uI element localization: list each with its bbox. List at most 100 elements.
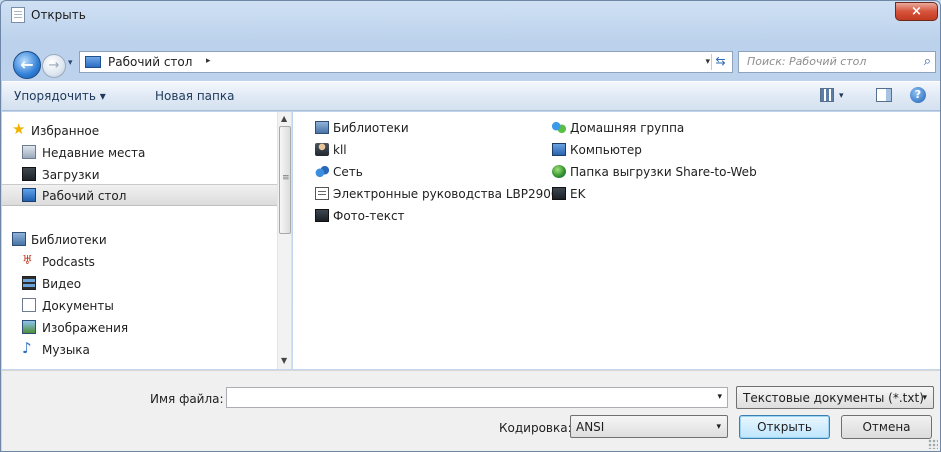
file-item-label: Папка выгрузки Share-to-Web [570,165,757,179]
resize-grip-icon[interactable] [928,439,938,449]
change-view-icon[interactable] [820,88,834,102]
address-dropdown-icon[interactable]: ▾ [705,57,710,67]
podcasts-icon: ♅ [22,253,33,267]
file-item-label: EK [570,187,586,201]
refresh-button[interactable]: ⇆ [711,54,729,70]
list-item[interactable]: Фото-текст [315,206,535,226]
network-icon [315,165,329,178]
nav-item-label: Изображения [42,321,129,335]
command-bar: Упорядочить ▾ Новая папка ▾ ? [2,81,940,111]
pictures-icon [22,320,36,334]
file-list: Библиотеки kll Сеть Электронные руководс… [293,112,940,369]
nav-item-label: Загрузки [42,168,100,182]
search-icon[interactable]: ⌕ [924,54,931,69]
scroll-down-icon[interactable]: ▼ [281,356,287,365]
filename-label: Имя файла: [150,392,224,406]
libraries-icon [315,121,329,134]
list-item[interactable]: EK [552,184,772,204]
nav-item-label: Музыка [42,343,90,357]
notepad-icon [11,7,25,23]
back-button[interactable]: ← [13,51,41,79]
nav-item-podcasts[interactable]: ♅ Podcasts [2,251,277,273]
list-item[interactable]: Библиотеки [315,118,535,138]
open-dialog: Открыть × ← → ▾ Рабочий стол ▸ ▾ ⇆ Поиск… [0,0,941,452]
recent-places-icon [22,145,36,159]
preview-pane-icon[interactable] [876,88,892,102]
document-shortcut-icon [315,187,329,200]
chevron-down-icon: ▾ [922,393,927,403]
close-button[interactable]: × [895,2,938,21]
dark-folder-icon [552,187,566,200]
dialog-footer: Имя файла: ▾ Текстовые документы (*.txt)… [2,370,940,451]
nav-libraries-label: Библиотеки [31,233,107,247]
nav-item-label: Рабочий стол [42,189,127,203]
star-icon: ★ [12,120,26,138]
file-item-label: Библиотеки [333,121,409,135]
nav-item-downloads[interactable]: Загрузки [2,164,277,186]
encoding-select[interactable]: ANSI ▾ [570,415,728,438]
chevron-down-icon: ▾ [716,422,721,432]
breadcrumb-chevron-icon[interactable]: ▸ [206,56,211,66]
file-item-label: kll [333,143,347,157]
desktop-icon [85,56,101,68]
list-item[interactable]: kll [315,140,535,160]
history-dropdown-icon[interactable]: ▾ [68,58,73,68]
nav-item-label: Документы [42,299,114,313]
nav-item-desktop[interactable]: Рабочий стол [2,184,277,206]
view-dropdown-icon[interactable]: ▾ [839,91,844,101]
nav-item-pictures[interactable]: Изображения [2,317,277,339]
search-placeholder: Поиск: Рабочий стол [747,55,867,68]
nav-libraries[interactable]: Библиотеки [2,229,277,251]
navigation-pane: ★ Избранное Недавние места Загрузки Рабо… [2,112,292,369]
list-item[interactable]: Сеть [315,162,535,182]
cancel-button[interactable]: Отмена [841,415,932,439]
encoding-value: ANSI [576,420,605,434]
file-item-label: Фото-текст [333,209,405,223]
scroll-up-icon[interactable]: ▲ [281,114,287,123]
file-item-label: Домашняя группа [570,121,685,135]
filename-dropdown-icon[interactable]: ▾ [717,392,722,402]
file-item-label: Электронные руководства LBP2900 [333,187,559,201]
video-icon [22,276,36,290]
nav-item-label: Podcasts [42,255,95,269]
nav-item-documents[interactable]: Документы [2,295,277,317]
search-input[interactable]: Поиск: Рабочий стол ⌕ [738,51,936,73]
scrollbar-thumb[interactable] [279,126,291,234]
file-item-label: Сеть [333,165,363,179]
organize-button[interactable]: Упорядочить ▾ [14,89,106,103]
list-item[interactable]: Папка выгрузки Share-to-Web [552,162,772,182]
nav-item-label: Недавние места [42,146,146,160]
libraries-icon [12,232,26,246]
title-bar: Открыть × [1,1,940,31]
nav-scrollbar[interactable]: ▲ ▼ [277,112,291,369]
filetype-value: Текстовые документы (*.txt) [743,391,924,405]
new-folder-button[interactable]: Новая папка [155,89,234,103]
file-item-label: Компьютер [570,143,642,157]
forward-button[interactable]: → [42,54,66,78]
encoding-label: Кодировка: [499,421,572,435]
user-folder-icon [315,143,329,156]
help-icon[interactable]: ? [910,87,926,103]
homegroup-icon [552,121,566,134]
dark-folder-icon [315,209,329,222]
list-item[interactable]: Электронные руководства LBP2900 [315,184,559,204]
list-item[interactable]: Компьютер [552,140,772,160]
open-button[interactable]: Открыть [739,415,830,439]
nav-item-recent-places[interactable]: Недавние места [2,142,277,164]
nav-item-video[interactable]: Видео [2,273,277,295]
nav-item-label: Видео [42,277,82,291]
address-bar[interactable]: Рабочий стол ▸ ▾ ⇆ [79,51,733,73]
nav-favorites[interactable]: ★ Избранное [2,120,277,142]
globe-folder-icon [552,165,566,178]
documents-icon [22,298,36,312]
downloads-icon [22,167,36,181]
filetype-select[interactable]: Текстовые документы (*.txt) ▾ [736,386,934,409]
nav-item-music[interactable]: ♪ Музыка [2,339,277,361]
computer-icon [552,143,566,156]
desktop-icon [22,188,36,202]
music-icon: ♪ [22,339,32,357]
breadcrumb-desktop[interactable]: Рабочий стол [108,55,192,69]
window-title: Открыть [31,8,86,22]
filename-field[interactable]: ▾ [226,387,728,408]
list-item[interactable]: Домашняя группа [552,118,772,138]
